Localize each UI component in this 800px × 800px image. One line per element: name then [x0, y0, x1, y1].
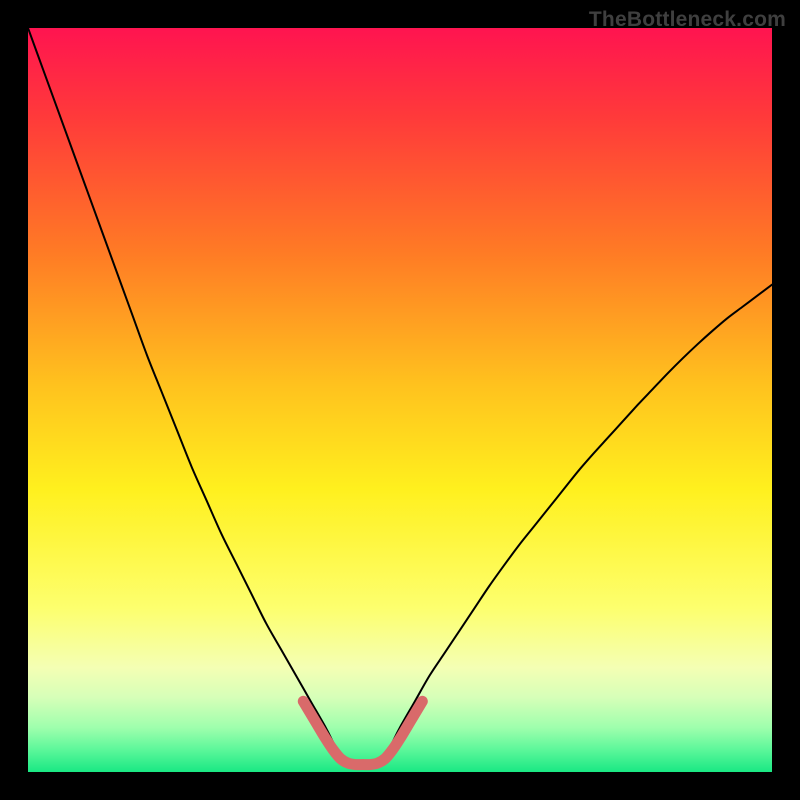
- plot-area: [28, 28, 772, 772]
- chart-frame: TheBottleneck.com: [0, 0, 800, 800]
- gradient-background: [28, 28, 772, 772]
- chart-svg: [28, 28, 772, 772]
